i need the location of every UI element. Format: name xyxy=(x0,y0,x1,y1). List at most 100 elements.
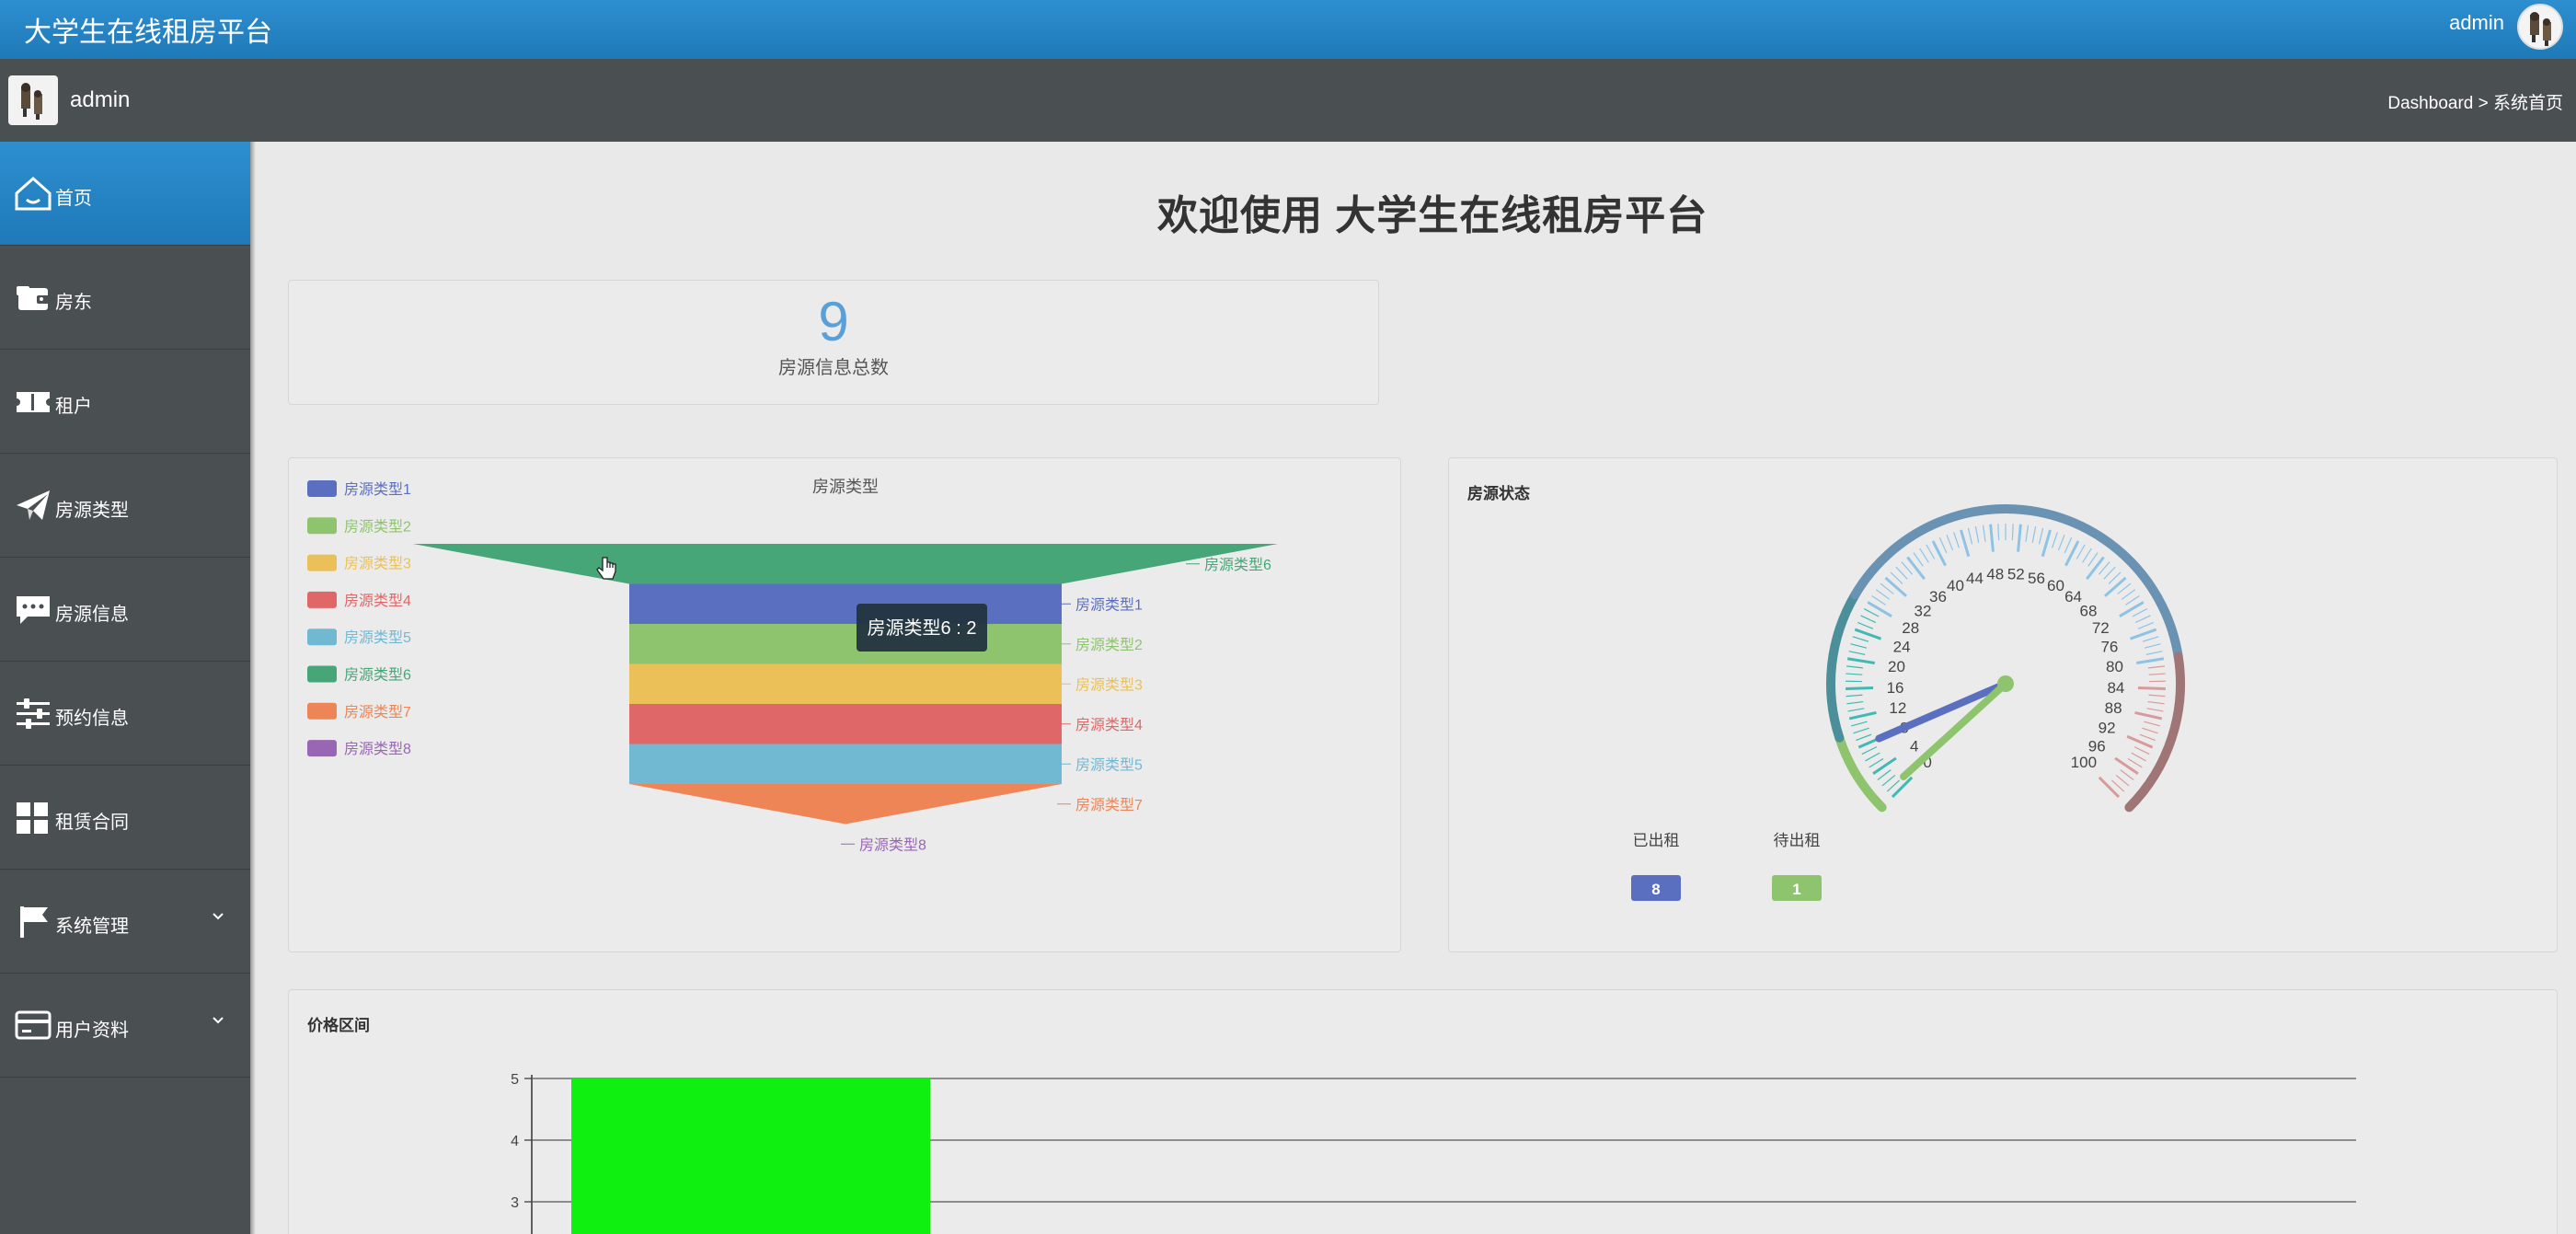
gauge-tick xyxy=(2145,651,2163,655)
sidebar-item-profile[interactable]: 用户资料 xyxy=(0,974,250,1078)
gauge-tick xyxy=(2051,532,2058,548)
gauge-tick xyxy=(2135,657,2165,664)
sidebar-item-tenant[interactable]: 租户 xyxy=(0,350,250,454)
gauge-tick-label: 96 xyxy=(2088,737,2106,755)
sidebar-item-landlord[interactable]: 房东 xyxy=(0,246,250,350)
gauge-tick-label: 84 xyxy=(2107,679,2124,697)
gauge-tick-label: 72 xyxy=(2092,619,2110,637)
funnel-label: 房源类型6 xyxy=(1204,557,1271,573)
gauge-tick xyxy=(2144,643,2161,649)
gauge-tick-label: 40 xyxy=(1947,577,1964,594)
price-range-chart-card: 价格区间 3 4 5 xyxy=(288,989,2558,1234)
gauge-tick xyxy=(2017,524,2022,552)
legend-swatch[interactable] xyxy=(307,702,337,720)
stat-value: 9 xyxy=(818,291,849,352)
gauge-tick xyxy=(1851,721,1868,727)
funnel-segment[interactable] xyxy=(629,624,1062,664)
funnel-segment[interactable] xyxy=(629,784,1062,825)
gauge-tick xyxy=(2057,534,2065,551)
sidebar-item-label: 房源信息 xyxy=(55,605,129,625)
house-type-funnel-chart[interactable]: 房源类型 房源类型1 房源类型2 房源类型3 房源类型4 房源类型5 房源类型6 房源类型7 房… xyxy=(289,458,1402,953)
y-tick-label: 4 xyxy=(511,1134,519,1149)
gauge-tick xyxy=(2120,769,2134,780)
gauge-tick xyxy=(1867,601,1892,617)
gauge-tick-label: 36 xyxy=(1929,588,1947,605)
gauge-needle[interactable] xyxy=(1900,680,2009,780)
gauge-tick xyxy=(1926,544,1936,559)
funnel-segment[interactable] xyxy=(629,744,1062,785)
sidebar-item-contract[interactable]: 租赁合同 xyxy=(0,766,250,870)
legend-label[interactable]: 房源类型6 xyxy=(344,667,411,684)
gauge-tick xyxy=(1901,561,1914,575)
legend-label[interactable]: 房源类型2 xyxy=(344,518,411,535)
funnel-label: 房源类型4 xyxy=(1075,717,1143,733)
gauge-tick xyxy=(1865,752,1880,762)
house-status-gauge-chart[interactable]: 0481216202428323640444852566064687276808… xyxy=(1449,458,2559,953)
house-type-chart-card: 房源类型 房源类型1 房源类型2 房源类型3 房源类型4 房源类型5 房源类型6 房源类型7 房… xyxy=(288,457,1401,952)
gauge-tick xyxy=(1919,548,1929,563)
breadcrumb[interactable]: Dashboard > 系统首页 xyxy=(2387,89,2563,114)
gauge-tick xyxy=(2147,700,2165,705)
sidebar-item-home[interactable]: 首页 xyxy=(0,142,250,246)
legend-swatch[interactable] xyxy=(307,517,337,535)
legend-label[interactable]: 房源类型7 xyxy=(344,704,411,721)
gauge-tick xyxy=(1877,769,1892,780)
top-bar: 大学生在线租房平台 admin xyxy=(0,0,2576,59)
gauge-tick xyxy=(2125,594,2140,605)
avatar-image xyxy=(2530,12,2551,46)
gauge-tick xyxy=(1852,636,1869,642)
legend-swatch[interactable] xyxy=(307,629,337,646)
gauge-tick xyxy=(2011,524,2014,541)
gauge-tick xyxy=(2064,537,2073,554)
gauge-tick xyxy=(2142,636,2159,642)
sidebar-item-appointment[interactable]: 预约信息 xyxy=(0,662,250,766)
page-title: 欢迎使用 大学生在线租房平台 xyxy=(1157,193,1708,238)
sidebar-item-house-info[interactable]: 房源信息 xyxy=(0,558,250,662)
grid-icon xyxy=(17,802,48,834)
funnel-label: 房源类型3 xyxy=(1075,676,1143,693)
funnel-segment[interactable] xyxy=(629,583,1062,625)
legend-swatch[interactable] xyxy=(307,665,337,683)
gauge-tick xyxy=(2148,694,2166,698)
gauge-tick-label: 100 xyxy=(2071,754,2097,771)
legend-swatch[interactable] xyxy=(307,591,337,608)
gauge-tick xyxy=(1854,628,1882,640)
avatar[interactable] xyxy=(8,75,58,125)
legend-label[interactable]: 房源类型8 xyxy=(344,741,411,757)
funnel-title: 房源类型 xyxy=(812,478,879,496)
sidebar-item-label: 租赁合同 xyxy=(55,813,129,833)
legend-swatch[interactable] xyxy=(307,554,337,571)
legend-swatch[interactable] xyxy=(307,480,337,497)
house-status-chart-card: 房源状态 04812162024283236404448525660646872… xyxy=(1448,457,2558,952)
flag-icon xyxy=(20,906,48,938)
gauge-tick xyxy=(1880,582,1894,594)
sidebar: 首页 房东 租户 房源类型 房源信息 预约信息 租赁合同 系统管理 用户资料 xyxy=(0,142,250,1234)
sidebar-item-house-type[interactable]: 房源类型 xyxy=(0,454,250,558)
funnel-segment[interactable] xyxy=(413,544,1278,584)
gauge-tick xyxy=(2147,665,2166,669)
top-username[interactable]: admin xyxy=(2449,11,2504,35)
gauge-tick xyxy=(2031,525,2037,543)
gauge-tick xyxy=(1853,727,1869,734)
legend-label[interactable]: 房源类型5 xyxy=(344,629,411,646)
y-tick-label: 3 xyxy=(511,1195,519,1211)
gauge-tick xyxy=(1938,537,1948,554)
user-bar: admin Dashboard > 系统首页 xyxy=(0,59,2576,142)
price-title: 价格区间 xyxy=(307,1017,370,1034)
top-avatar[interactable] xyxy=(2517,4,2563,50)
sidebar-username: admin xyxy=(70,87,131,112)
funnel-segment[interactable] xyxy=(629,704,1062,744)
gauge-tick xyxy=(2148,673,2166,675)
legend-label[interactable]: 房源类型4 xyxy=(344,593,411,609)
sidebar-item-label: 系统管理 xyxy=(55,917,129,937)
price-bar[interactable] xyxy=(571,1078,930,1234)
legend-label[interactable]: 房源类型1 xyxy=(344,481,411,498)
gauge-tick xyxy=(2086,556,2105,581)
sidebar-item-system[interactable]: 系统管理 xyxy=(0,870,250,974)
gauge-tick xyxy=(1847,708,1865,712)
funnel-segment[interactable] xyxy=(629,663,1062,705)
price-range-bar-chart[interactable]: 3 4 5 xyxy=(289,990,2559,1234)
gauge-tick xyxy=(1846,694,1863,698)
legend-label[interactable]: 房源类型3 xyxy=(344,556,411,572)
legend-swatch[interactable] xyxy=(307,740,337,757)
